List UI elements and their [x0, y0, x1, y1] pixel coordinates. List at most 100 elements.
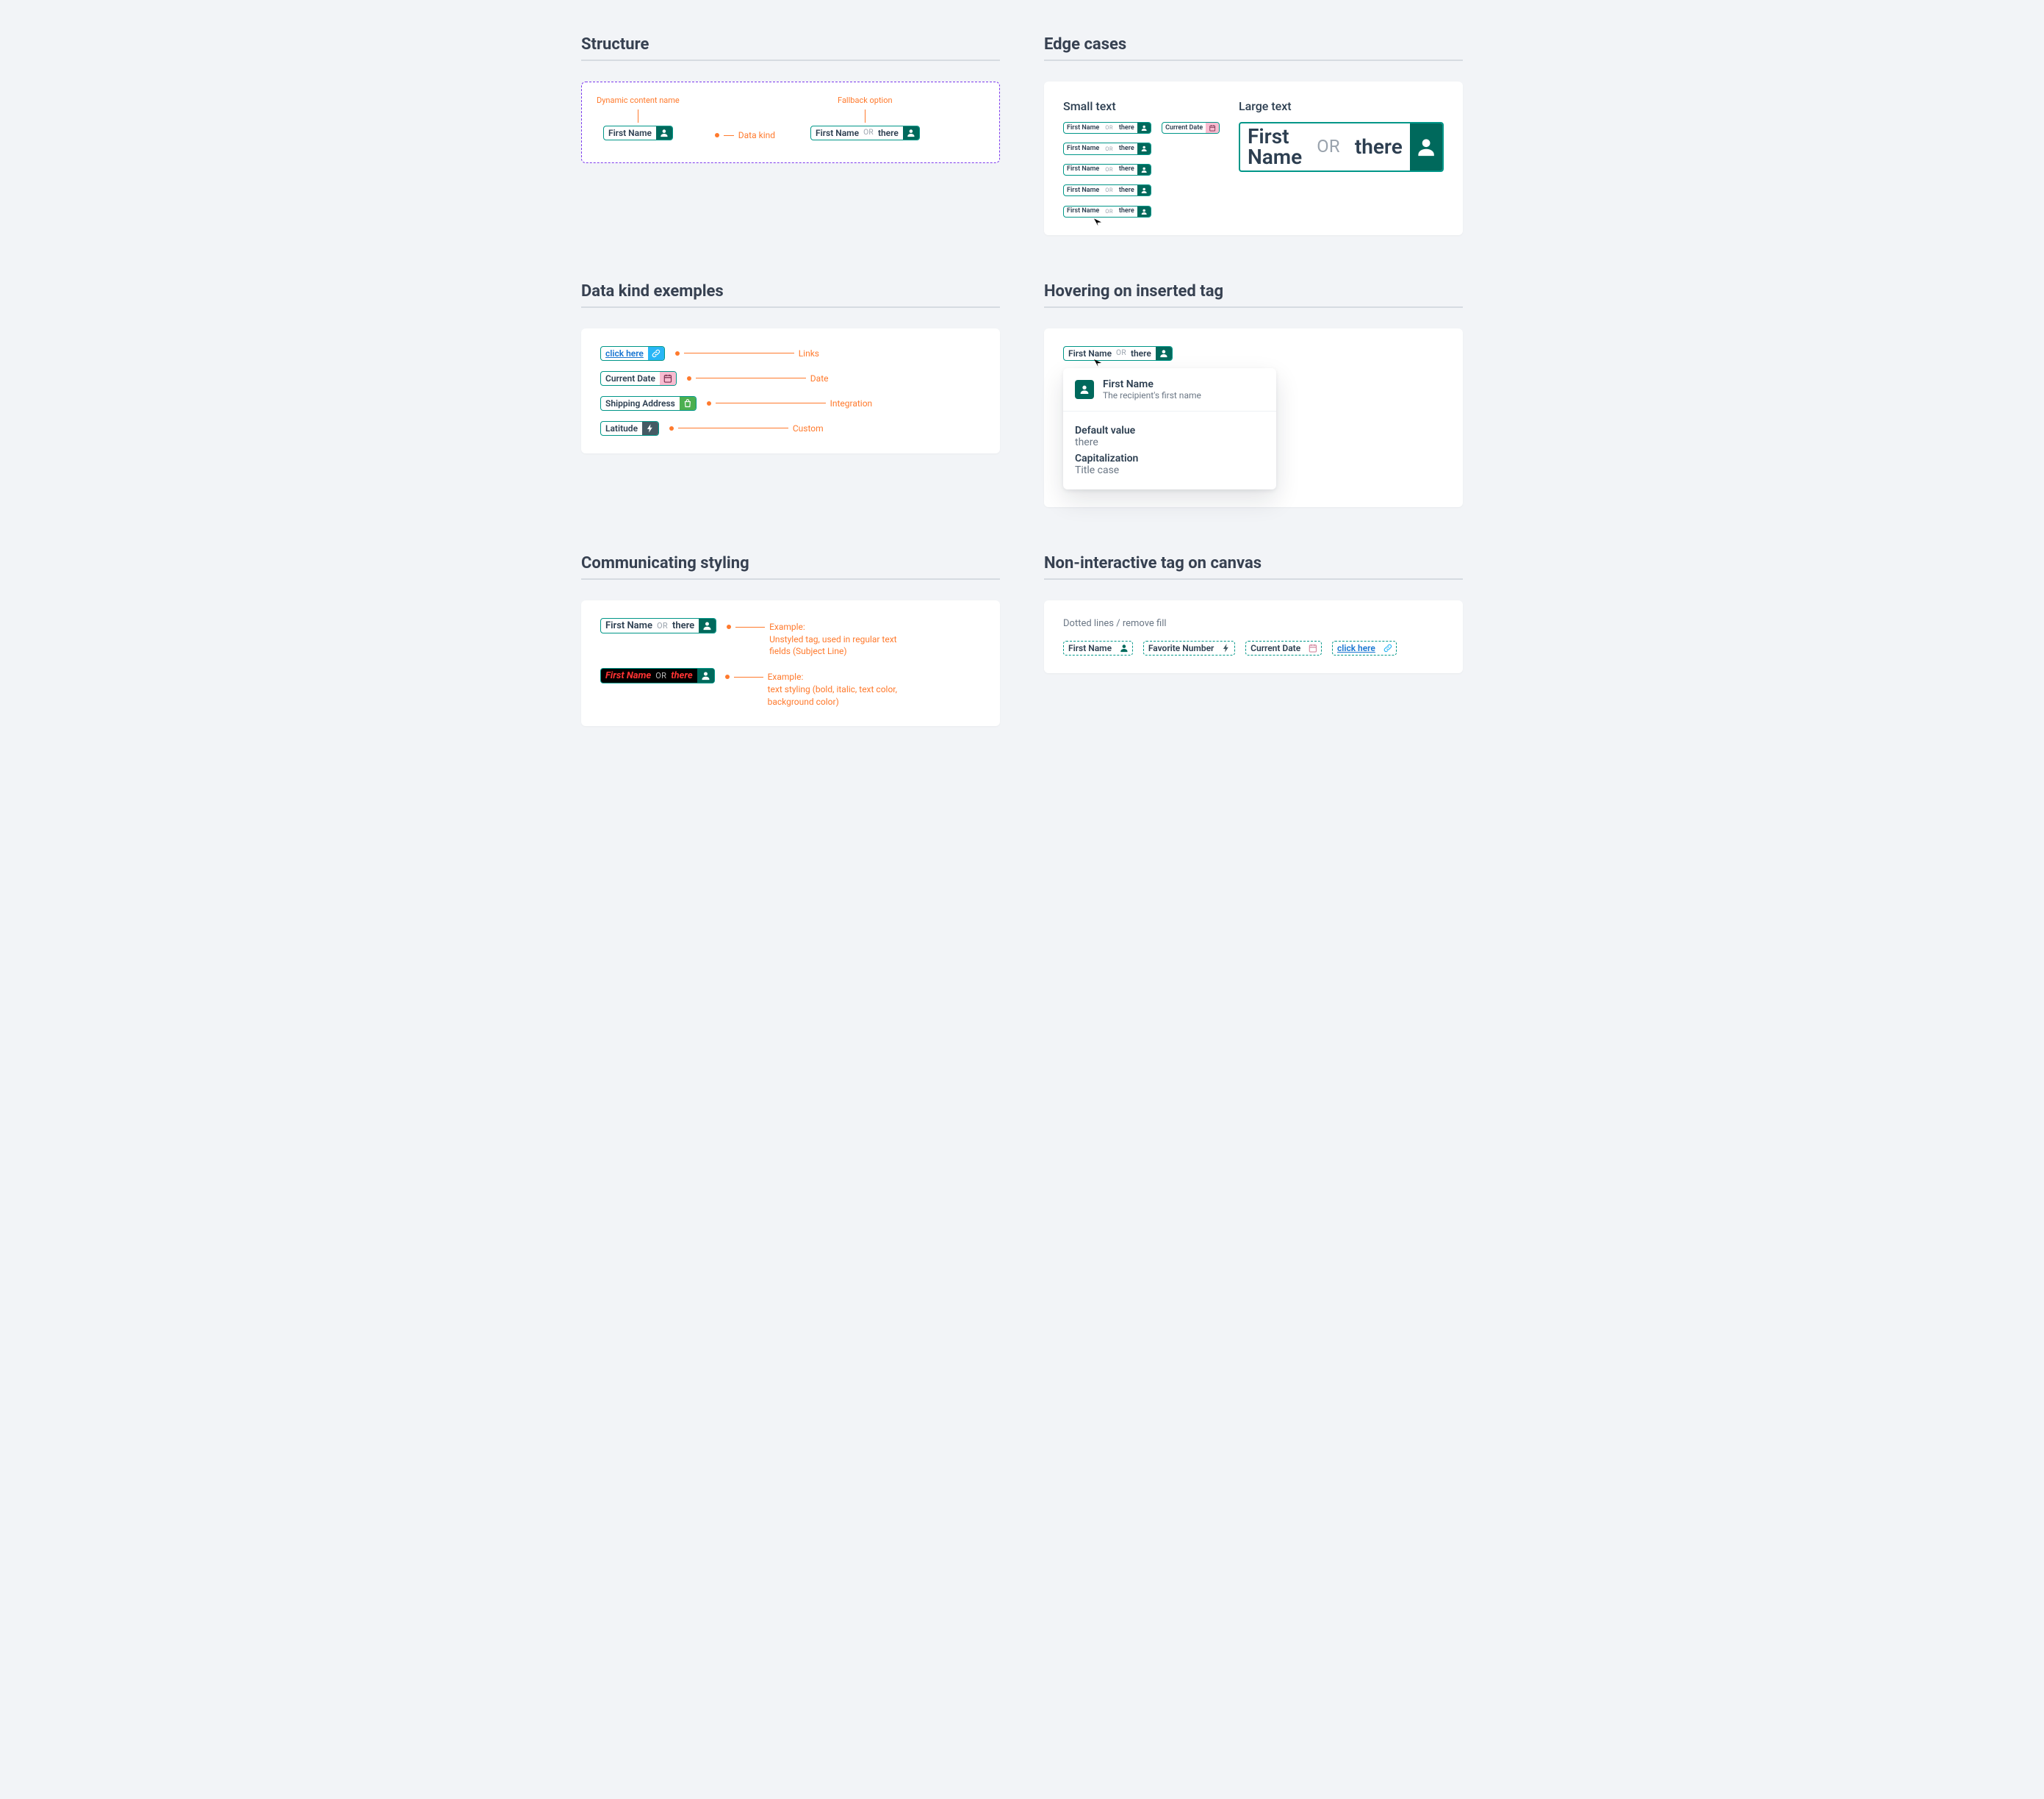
tag-text: First Name — [601, 669, 655, 683]
link-icon — [1380, 642, 1396, 655]
annotation-pointer: Integration — [707, 398, 873, 409]
popover-default-value: there — [1075, 437, 1264, 448]
popover-cap-label: Capitalization — [1075, 453, 1264, 464]
link-icon — [648, 347, 664, 360]
heading-structure: Structure — [581, 35, 1000, 54]
tag-text: Current Date — [1246, 642, 1305, 655]
user-icon — [697, 669, 714, 683]
heading-edge: Edge cases — [1044, 35, 1463, 54]
annotation-pointer: Custom — [669, 423, 824, 434]
user-icon — [656, 126, 672, 140]
user-icon — [1137, 207, 1151, 217]
tag[interactable]: First NameORthere — [1063, 206, 1151, 218]
heading-datakind: Data kind exemples — [581, 282, 1000, 301]
user-icon — [1116, 642, 1132, 655]
tag-basic[interactable]: First Name — [603, 126, 673, 140]
datakind-row: Latitude Custom — [600, 421, 981, 436]
annotation-pointer: Example:text styling (bold, italic, text… — [725, 671, 907, 708]
popover-subtitle: The recipient's first name — [1103, 390, 1201, 401]
user-icon — [1075, 380, 1094, 399]
heading-styling: Communicating styling — [581, 554, 1000, 572]
date-icon — [1305, 642, 1321, 655]
custom-icon — [1218, 642, 1234, 655]
tag[interactable]: click here — [600, 346, 665, 361]
tag[interactable]: First NameORthere — [1063, 143, 1151, 154]
tag: First Name — [1063, 641, 1133, 656]
tag-popover: First Name The recipient's first name De… — [1063, 368, 1276, 489]
tag[interactable]: First NameORthere — [1063, 122, 1151, 134]
tag: Favorite Number — [1143, 641, 1235, 656]
styling-row: First NameORthere Example:Unstyled tag, u… — [600, 618, 981, 658]
tag: Current Date — [1245, 641, 1322, 656]
tag-text: Current Date — [601, 372, 660, 385]
subhead-large: Large text — [1239, 99, 1444, 113]
tag[interactable]: Latitude — [600, 421, 659, 436]
date-icon — [1206, 123, 1219, 133]
tag-text: First Name — [1064, 123, 1102, 133]
tag-with-fallback[interactable]: First Name OR there — [810, 126, 920, 140]
tag[interactable]: Current Date — [1162, 122, 1220, 134]
popover-default-label: Default value — [1075, 425, 1264, 437]
rule — [1044, 578, 1463, 580]
tag[interactable]: Current Date — [600, 371, 677, 386]
popover-cap-value: Title case — [1075, 464, 1264, 476]
tag[interactable]: First NameORthere — [1063, 184, 1151, 196]
tag[interactable]: Shipping Address — [600, 396, 697, 411]
subhead-small: Small text — [1063, 99, 1221, 113]
section-edge-cases: Edge cases Small text First NameORthere C… — [1044, 35, 1463, 235]
user-icon — [1137, 123, 1151, 133]
tag-text: Favorite Number — [1144, 642, 1219, 655]
tag[interactable]: First NameORthere — [600, 668, 715, 683]
rule — [1044, 60, 1463, 61]
popover-title: First Name — [1103, 378, 1201, 390]
user-icon — [1137, 143, 1151, 154]
label-datakind: Data kind — [715, 130, 775, 140]
tag[interactable]: First NameORthere — [1063, 164, 1151, 176]
tag-large[interactable]: First Name OR there — [1239, 122, 1444, 172]
user-icon — [903, 126, 919, 140]
user-icon — [1410, 123, 1442, 170]
tag-text: First Name — [601, 619, 657, 633]
tag-text: Latitude — [601, 422, 642, 435]
section-structure: Structure Dynamic content name First Nam… — [581, 35, 1000, 235]
section-styling: Communicating styling First NameORthere E… — [581, 554, 1000, 726]
user-icon — [1137, 185, 1151, 195]
heading-hover: Hovering on inserted tag — [1044, 282, 1463, 301]
annotation-pointer: Example:Unstyled tag, used in regular te… — [727, 621, 909, 658]
annotation-pointer: Links — [675, 348, 819, 359]
datakind-row: Shipping Address Integration — [600, 396, 981, 411]
integ-icon — [680, 397, 696, 410]
tag-text: First Name — [1064, 185, 1102, 195]
styling-row: First NameORthere Example:text styling (b… — [600, 668, 981, 708]
user-icon — [699, 619, 716, 633]
note-dotted: Dotted lines / remove fill — [1063, 618, 1444, 629]
datakind-row: click here Links — [600, 346, 981, 361]
tag-text: Current Date — [1162, 123, 1206, 133]
tag: click here — [1332, 641, 1397, 656]
anatomy-box: Dynamic content name First Name Data kin… — [581, 82, 1000, 163]
tag[interactable]: First NameORthere — [600, 618, 716, 633]
rule — [581, 578, 1000, 580]
tag-hover-target[interactable]: First Name OR there — [1063, 346, 1173, 361]
tag-text: click here — [601, 347, 648, 360]
rule — [581, 60, 1000, 61]
section-hover: Hovering on inserted tag First Name OR t… — [1044, 282, 1463, 507]
label-dynamic: Dynamic content name — [597, 96, 680, 105]
tag-text: Shipping Address — [601, 397, 680, 410]
tag-text: First Name — [1064, 207, 1102, 217]
annotation-pointer: Date — [687, 373, 829, 384]
tag-text: First Name — [1064, 143, 1102, 154]
tag-text: click here — [1333, 642, 1380, 655]
date-icon — [660, 372, 676, 385]
section-noninteractive: Non-interactive tag on canvas Dotted lin… — [1044, 554, 1463, 726]
user-icon — [1137, 165, 1151, 175]
datakind-row: Current Date Date — [600, 371, 981, 386]
heading-noninteractive: Non-interactive tag on canvas — [1044, 554, 1463, 572]
label-fallback: Fallback option — [838, 96, 893, 105]
rule — [581, 306, 1000, 308]
tag-text: First Name — [1064, 165, 1102, 175]
custom-icon — [642, 422, 658, 435]
section-data-kind: Data kind exemples click here Links Curren… — [581, 282, 1000, 507]
tag-text: First Name — [1064, 642, 1116, 655]
rule — [1044, 306, 1463, 308]
